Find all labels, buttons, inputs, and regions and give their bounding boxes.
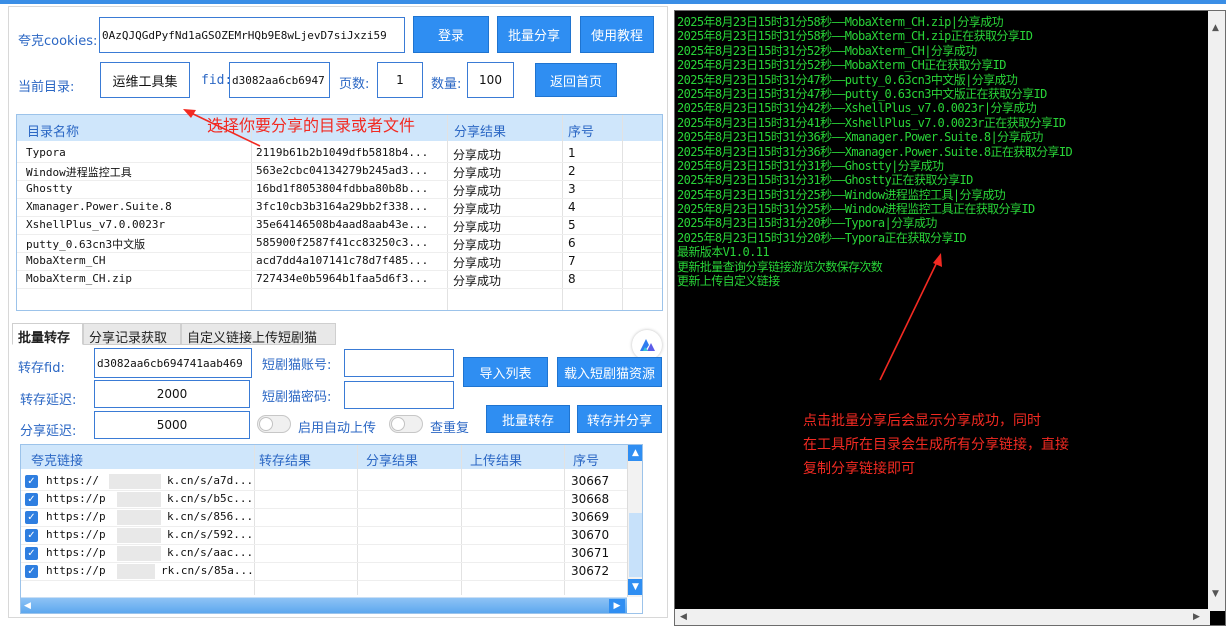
arrow-to-current-dir — [188, 111, 261, 147]
arrow-to-log — [879, 259, 939, 381]
app-window: 夸克cookies: 0AzQJQGdPyfNd1aGSOZEMrHQb9E8w… — [0, 0, 1226, 626]
annotation-arrows — [183, 109, 942, 381]
arrowhead-icon — [183, 109, 196, 118]
arrowhead-icon — [933, 253, 942, 267]
